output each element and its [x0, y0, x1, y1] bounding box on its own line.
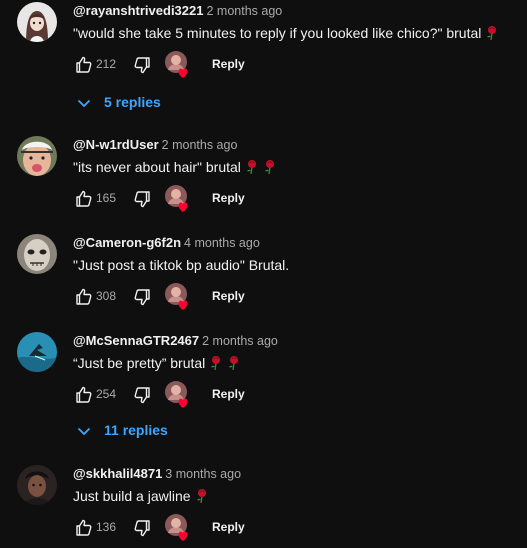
rose-emoji-icon	[209, 355, 223, 371]
avatar[interactable]	[17, 2, 57, 42]
rose-emoji-icon	[227, 355, 241, 371]
thumbs-up-icon[interactable]	[72, 53, 96, 77]
comment-body: “Just be pretty” brutal	[73, 355, 206, 371]
creator-heart-icon[interactable]	[164, 380, 194, 410]
comment-header: @N-w1rdUser 2 months ago	[73, 136, 237, 154]
thumbs-down-icon[interactable]	[130, 53, 154, 77]
comment-body: Just build a jawline	[73, 488, 191, 504]
rose-emoji-icon	[485, 25, 499, 41]
comment-text: "Just post a tiktok bp audio" Brutal.	[73, 255, 289, 275]
author-name[interactable]: @skkhalil4871	[73, 466, 162, 481]
bird-on-water-avatar-icon	[17, 332, 57, 372]
masked-face-avatar-icon	[17, 234, 57, 274]
reply-button[interactable]: Reply	[204, 520, 253, 534]
reply-button[interactable]: Reply	[204, 57, 253, 71]
face-tongue-avatar-icon	[17, 136, 57, 176]
thumbs-up-icon[interactable]	[72, 516, 96, 540]
thumbs-up-icon[interactable]	[72, 383, 96, 407]
like-count: 136	[96, 520, 117, 534]
comment-time[interactable]: 2 months ago	[162, 138, 238, 152]
like-count: 212	[96, 57, 117, 71]
avatar[interactable]	[17, 465, 57, 505]
comment-time[interactable]: 4 months ago	[184, 236, 260, 250]
comment-text: "its never about hair" brutal	[73, 157, 277, 177]
creator-heart-icon[interactable]	[164, 50, 194, 80]
comment-header: @Cameron-g6f2n 4 months ago	[73, 234, 260, 252]
like-count: 308	[96, 289, 117, 303]
comment-text: Just build a jawline	[73, 486, 209, 506]
rose-emoji-icon	[245, 159, 259, 175]
avatar[interactable]	[17, 234, 57, 274]
rose-emoji-icon	[263, 159, 277, 175]
reply-button[interactable]: Reply	[204, 191, 253, 205]
avatar[interactable]	[17, 332, 57, 372]
comment-text: "would she take 5 minutes to reply if yo…	[73, 23, 499, 43]
comment-actions: 308 Reply	[72, 282, 527, 312]
reply-button[interactable]: Reply	[204, 289, 253, 303]
comment-time[interactable]: 3 months ago	[165, 467, 241, 481]
reply-button[interactable]: Reply	[204, 387, 253, 401]
comment-actions: 165 Reply	[72, 184, 527, 214]
replies-label: 5 replies	[104, 94, 161, 110]
thumbs-up-icon[interactable]	[72, 187, 96, 211]
comment-actions: 254 Reply	[72, 380, 527, 410]
comment-header: @McSennaGTR2467 2 months ago	[73, 332, 278, 350]
like-count: 165	[96, 191, 117, 205]
author-name[interactable]: @rayanshtrivedi3221	[73, 3, 203, 18]
comment-body: "its never about hair" brutal	[73, 159, 241, 175]
avatar[interactable]	[17, 136, 57, 176]
creator-heart-icon[interactable]	[164, 184, 194, 214]
comment-header: @rayanshtrivedi3221 2 months ago	[73, 2, 282, 20]
rose-emoji-icon	[195, 488, 209, 504]
like-count: 254	[96, 387, 117, 401]
thumbs-down-icon[interactable]	[130, 383, 154, 407]
comment-body: "Just post a tiktok bp audio" Brutal.	[73, 257, 290, 273]
thumbs-down-icon[interactable]	[130, 285, 154, 309]
creator-heart-icon[interactable]	[164, 282, 194, 312]
dark-portrait-avatar-icon	[17, 465, 57, 505]
comment-body: "would she take 5 minutes to reply if yo…	[73, 25, 482, 41]
comment-time[interactable]: 2 months ago	[206, 4, 282, 18]
comment-header: @skkhalil4871 3 months ago	[73, 465, 241, 483]
comment-time[interactable]: 2 months ago	[202, 334, 278, 348]
thumbs-down-icon[interactable]	[130, 516, 154, 540]
author-name[interactable]: @McSennaGTR2467	[73, 333, 199, 348]
comment-actions: 136 Reply	[72, 513, 527, 543]
chevron-down-icon	[77, 99, 91, 108]
creator-heart-icon[interactable]	[164, 513, 194, 543]
anime-girl-avatar-icon	[17, 2, 57, 42]
replies-label: 11 replies	[104, 422, 168, 438]
author-name[interactable]: @N-w1rdUser	[73, 137, 159, 152]
thumbs-up-icon[interactable]	[72, 285, 96, 309]
chevron-down-icon	[77, 427, 91, 436]
comment-text: “Just be pretty” brutal	[73, 353, 241, 373]
thumbs-down-icon[interactable]	[130, 187, 154, 211]
comment-actions: 212 Reply	[72, 50, 527, 80]
author-name[interactable]: @Cameron-g6f2n	[73, 235, 181, 250]
